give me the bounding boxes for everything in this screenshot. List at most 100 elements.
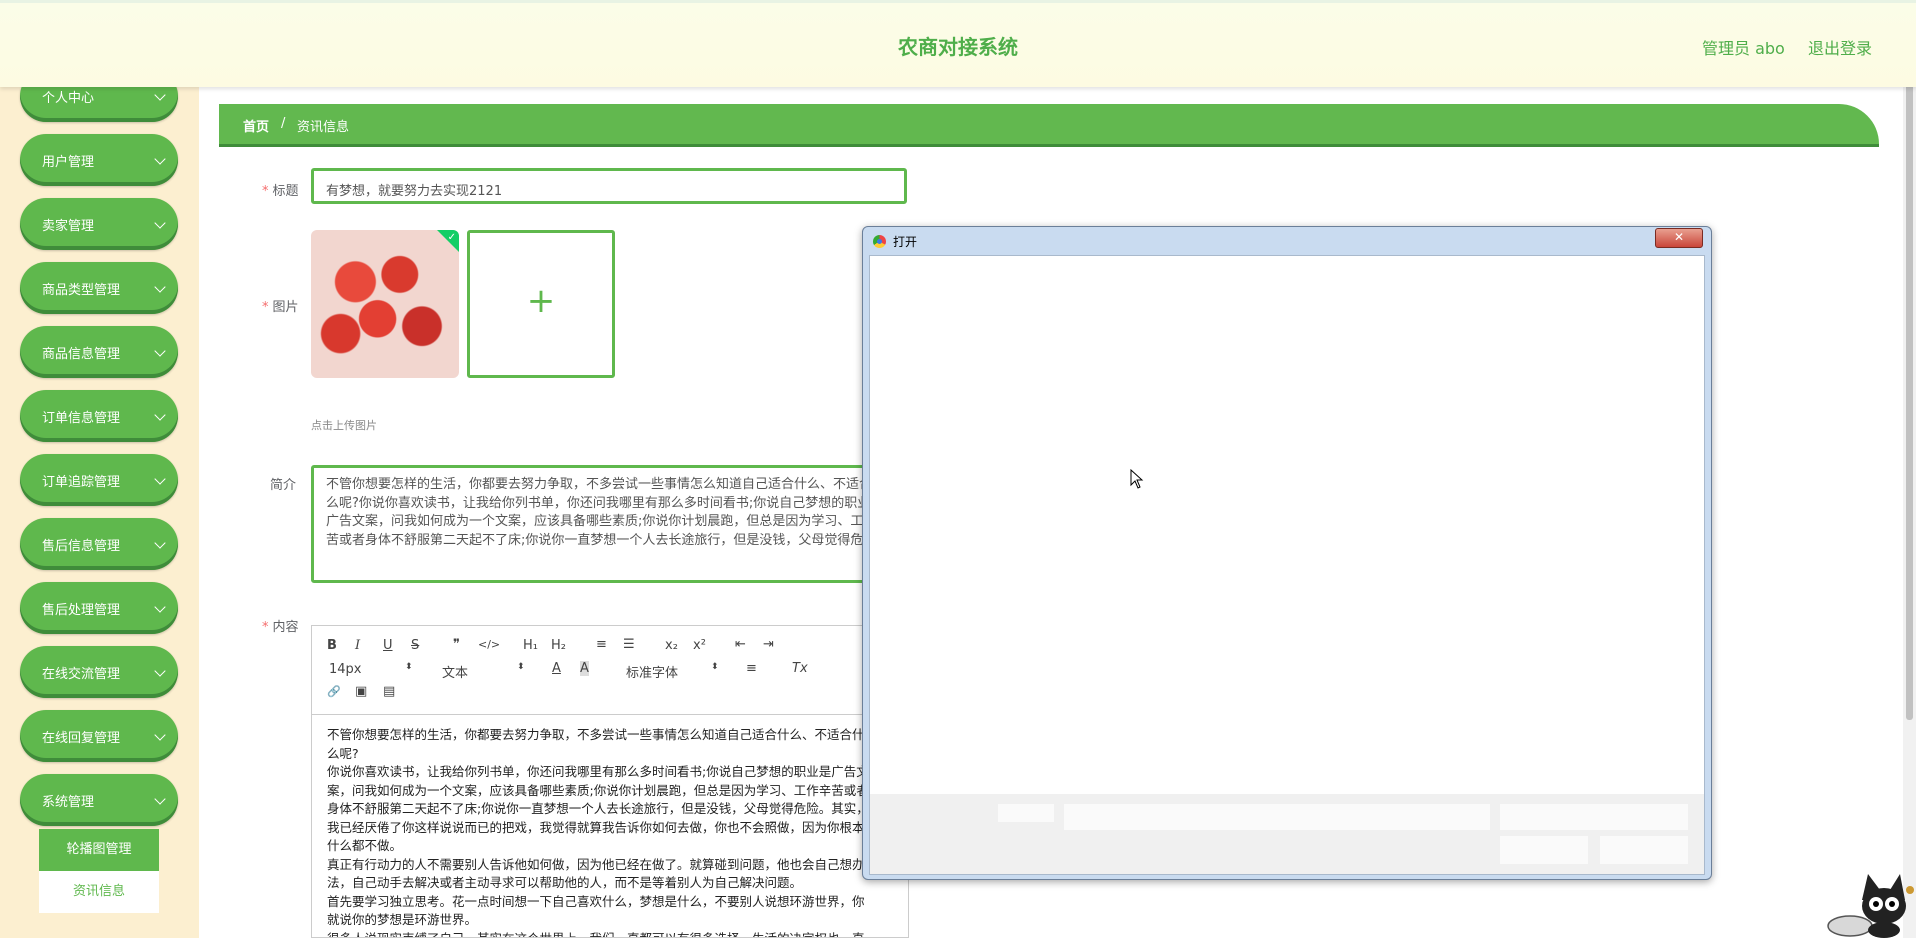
- breadcrumb-separator: /: [281, 116, 286, 131]
- chevron-down-icon: [154, 345, 166, 357]
- close-icon[interactable]: ✕: [1655, 228, 1703, 248]
- sidebar-item-label: 订单信息管理: [42, 411, 121, 426]
- content-line: 不管你想要怎样的生活，你都要去努力争取，不多尝试一些事情怎么知道自己适合什么、不…: [327, 727, 865, 742]
- h1-button[interactable]: H₁: [523, 638, 538, 653]
- sidebar-item-personal-center[interactable]: 个人中心: [20, 84, 178, 122]
- align-button[interactable]: ≡: [746, 661, 757, 676]
- subscript-button[interactable]: x₂: [665, 638, 678, 653]
- logout-link[interactable]: 退出登录: [1808, 35, 1872, 59]
- underline-button[interactable]: U: [383, 638, 393, 653]
- image-icon[interactable]: ▣: [355, 684, 367, 699]
- mouse-cursor-icon: [1130, 469, 1144, 489]
- italic-button[interactable]: I: [355, 638, 360, 653]
- uploaded-cherry-image[interactable]: ✓: [311, 230, 459, 378]
- sidebar-item-user-management[interactable]: 用户管理: [20, 134, 178, 186]
- strike-button[interactable]: S: [411, 638, 419, 653]
- content-line: 很多人说现实束缚了自己，其实在这个世界上，我们一直都可以有很多选择，生活的决定权…: [327, 930, 865, 938]
- chevron-down-icon: [154, 665, 166, 677]
- content-line: 什么都不做。: [327, 838, 403, 853]
- clean-format-button[interactable]: Tx: [792, 661, 808, 676]
- sidebar-subitem-carousel[interactable]: 轮播图管理: [39, 829, 159, 871]
- chevron-down-icon: [154, 217, 166, 229]
- chevron-down-icon: [154, 601, 166, 613]
- editor-divider: [312, 714, 908, 715]
- sidebar-item-seller-management[interactable]: 卖家管理: [20, 198, 178, 250]
- open-button[interactable]: [1500, 836, 1588, 864]
- chevron-down-icon: [154, 409, 166, 421]
- content-line: 么呢?: [327, 745, 359, 761]
- dialog-body: [869, 255, 1705, 875]
- sidebar-subitem-news[interactable]: 资讯信息: [39, 871, 159, 913]
- cancel-button[interactable]: [1600, 836, 1688, 864]
- sidebar-item-online-chat[interactable]: 在线交流管理: [20, 646, 178, 698]
- intro-textarea[interactable]: 不管你想要怎样的生活，你都要去努力争取，不多尝试一些事情怎么知道自己适合什么、不…: [311, 465, 907, 583]
- sidebar-item-label: 个人中心: [42, 91, 95, 106]
- link-icon[interactable]: 🔗: [327, 685, 341, 698]
- content-line: 首先要学习独立思考。花一点时间想一下自己喜欢什么，梦想是什么，不要别人说想环游世…: [327, 893, 865, 909]
- chevron-down-icon: [154, 153, 166, 165]
- bold-button[interactable]: B: [327, 638, 337, 653]
- page-scrollbar[interactable]: [1903, 84, 1916, 938]
- plus-icon: +: [526, 281, 556, 321]
- sidebar-item-aftersale-info[interactable]: 售后信息管理: [20, 518, 178, 570]
- content-line: 法，自己动手去解决或者主动寻求可以帮助他的人，而不是等着别人为自己解决问题。: [327, 875, 803, 890]
- content-line: 真正有行动力的人不需要别人告诉他如何做，因为他已经在做了。就算碰到问题，他也会自…: [327, 856, 865, 872]
- background-color-button[interactable]: A: [580, 661, 589, 676]
- image-upload-button[interactable]: +: [467, 230, 615, 378]
- font-color-button[interactable]: A: [552, 661, 561, 676]
- chevron-down-icon: [154, 729, 166, 741]
- video-icon[interactable]: ▤: [383, 684, 395, 699]
- sidebar-item-order-info[interactable]: 订单信息管理: [20, 390, 178, 442]
- rich-text-editor: B I U S ❞ </> H₁ H₂ ≡ ☰ x₂ x² ⇤ ⇥ 14px ⬍…: [311, 625, 909, 938]
- sidebar-item-order-tracking[interactable]: 订单追踪管理: [20, 454, 178, 506]
- chrome-icon: [873, 235, 886, 248]
- filename-label-placeholder: [998, 804, 1054, 822]
- ordered-list-button[interactable]: ≡: [596, 637, 607, 652]
- required-mark: *: [262, 620, 269, 635]
- sidebar-item-system-management[interactable]: 系统管理: [20, 774, 178, 826]
- filename-input[interactable]: [1064, 804, 1490, 830]
- h2-button[interactable]: H₂: [551, 638, 566, 653]
- code-button[interactable]: </>: [478, 638, 500, 651]
- sidebar-item-aftersale-process[interactable]: 售后处理管理: [20, 582, 178, 634]
- sidebar-item-label: 商品类型管理: [42, 283, 121, 298]
- top-bar: 农商对接系统 管理员 abo 退出登录: [0, 0, 1916, 87]
- font-size-select[interactable]: 14px: [329, 662, 362, 677]
- required-mark: *: [262, 300, 269, 315]
- editor-content[interactable]: 不管你想要怎样的生活，你都要去努力争取，不多尝试一些事情怎么知道自己适合什么、不…: [327, 726, 887, 938]
- breadcrumb-home[interactable]: 首页: [243, 116, 269, 135]
- chevron-down-icon: [154, 473, 166, 485]
- breadcrumb-current: 资讯信息: [297, 120, 350, 135]
- sidebar-item-online-reply[interactable]: 在线回复管理: [20, 710, 178, 762]
- content-line: 我已经厌倦了你这样说说而已的把戏，我觉得就算我告诉你如何去做，你也不会照做，因为…: [327, 819, 865, 835]
- sidebar-item-label: 系统管理: [42, 795, 95, 810]
- select-arrows-icon: ⬍: [711, 662, 719, 672]
- content-line: 案，问我如何成为一个文案，应该具备哪些素质;你说你计划晨跑，但总是因为学习、工作…: [327, 782, 869, 798]
- dialog-titlebar[interactable]: 打开 ✕: [863, 227, 1711, 255]
- quote-button[interactable]: ❞: [453, 637, 460, 652]
- header-select[interactable]: 文本: [442, 662, 468, 681]
- required-mark: *: [262, 184, 269, 199]
- admin-user-label[interactable]: 管理员 abo: [1702, 35, 1785, 59]
- indent-button[interactable]: ⇥: [763, 637, 774, 652]
- sidebar-item-product-type[interactable]: 商品类型管理: [20, 262, 178, 314]
- select-arrows-icon: ⬍: [405, 662, 413, 672]
- select-arrows-icon: ⬍: [517, 662, 525, 672]
- sidebar-item-product-info[interactable]: 商品信息管理: [20, 326, 178, 378]
- outdent-button[interactable]: ⇤: [735, 637, 746, 652]
- title-input[interactable]: 有梦想，就要努力去实现2121: [311, 168, 907, 204]
- sidebar-item-label: 订单追踪管理: [42, 475, 121, 490]
- sidebar-item-label: 卖家管理: [42, 219, 95, 234]
- sidebar-item-label: 用户管理: [42, 155, 95, 170]
- cat-mascot-icon: [1827, 874, 1914, 938]
- dialog-title: 打开: [893, 235, 918, 249]
- open-file-dialog: 打开 ✕: [862, 226, 1712, 880]
- font-family-select[interactable]: 标准字体: [626, 662, 678, 681]
- scrollbar-thumb[interactable]: [1906, 84, 1913, 720]
- bullet-list-button[interactable]: ☰: [623, 637, 635, 652]
- sidebar-item-label: 在线交流管理: [42, 667, 121, 682]
- sidebar: 个人中心 用户管理 卖家管理 商品类型管理 商品信息管理 订单信息管理 订单追踪…: [0, 84, 199, 938]
- sidebar-item-label: 在线回复管理: [42, 731, 121, 746]
- filetype-select[interactable]: [1500, 804, 1688, 830]
- superscript-button[interactable]: x²: [693, 638, 706, 653]
